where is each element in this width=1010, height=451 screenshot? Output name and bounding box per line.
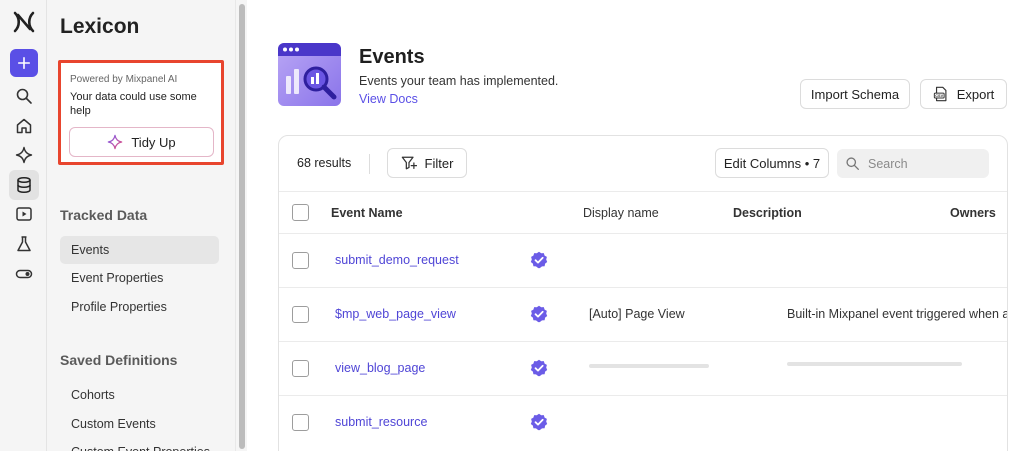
events-table-card: 68 results Filter Edit Columns • 7 Searc…: [278, 135, 1008, 451]
database-icon[interactable]: [9, 170, 39, 200]
table-row[interactable]: $mp_web_page_view [Auto] Page View Built…: [279, 288, 1008, 342]
edit-columns-button[interactable]: Edit Columns • 7: [715, 148, 829, 178]
create-new-button[interactable]: [10, 49, 38, 77]
import-schema-button[interactable]: Import Schema: [800, 79, 910, 109]
ai-suggestion-box: Powered by Mixpanel AI Your data could u…: [58, 60, 224, 165]
search-input[interactable]: Search: [837, 149, 989, 178]
sidebar-item-events[interactable]: Events: [60, 236, 219, 264]
sidebar: Lexicon Powered by Mixpanel AI Your data…: [47, 0, 235, 451]
event-name-link[interactable]: submit_demo_request: [335, 253, 459, 267]
select-all-checkbox[interactable]: [292, 204, 309, 221]
sidebar-item-profile-properties[interactable]: Profile Properties: [60, 293, 219, 321]
view-docs-link[interactable]: View Docs: [359, 92, 418, 106]
tidy-up-button[interactable]: Tidy Up: [69, 127, 214, 157]
verified-badge-icon: [530, 359, 548, 377]
row-checkbox[interactable]: [292, 306, 309, 323]
main-content: Events Events your team has implemented.…: [247, 0, 1010, 451]
table-row[interactable]: view_blog_page: [279, 342, 1007, 396]
icon-rail: [0, 0, 47, 451]
row-checkbox[interactable]: [292, 252, 309, 269]
home-icon[interactable]: [12, 114, 36, 138]
filter-label: Filter: [424, 155, 454, 171]
search-placeholder: Search: [868, 156, 908, 171]
sidebar-item-custom-events[interactable]: Custom Events: [60, 410, 219, 438]
session-replay-icon[interactable]: [12, 202, 36, 226]
toggle-icon[interactable]: [12, 262, 36, 286]
tidy-up-label: Tidy Up: [131, 134, 176, 150]
export-label: Export: [956, 86, 995, 102]
table-row[interactable]: submit_demo_request: [279, 234, 1007, 288]
event-name-link[interactable]: submit_resource: [335, 415, 427, 429]
description-cell: Built-in Mixpanel event triggered when a: [787, 307, 1008, 321]
sparkle-icon: [108, 134, 123, 150]
blurred-description: [787, 362, 962, 366]
filter-button[interactable]: Filter: [387, 148, 467, 178]
verified-badge-icon: [530, 305, 548, 323]
filter-plus-icon: [401, 156, 417, 170]
plus-icon: [17, 56, 31, 70]
edit-columns-label: Edit Columns • 7: [723, 155, 821, 171]
sidebar-item-cohorts[interactable]: Cohorts: [60, 381, 219, 409]
ai-message: Your data could use some help: [70, 91, 197, 117]
sparkle-icon[interactable]: [12, 143, 36, 167]
page-subtitle: Events your team has implemented.: [359, 74, 559, 88]
mixpanel-logo-icon[interactable]: [12, 10, 36, 34]
search-icon: [846, 157, 859, 170]
svg-text:CSV: CSV: [935, 94, 943, 98]
section-tracked-data: Tracked Data: [60, 207, 148, 223]
row-checkbox[interactable]: [292, 360, 309, 377]
events-illustration-icon: [278, 43, 341, 106]
flask-icon[interactable]: [12, 232, 36, 256]
table-header: Event Name Display name Description Owne…: [279, 191, 1007, 234]
sidebar-scrollbar[interactable]: [235, 0, 247, 451]
column-display-name[interactable]: Display name: [583, 206, 659, 220]
results-count: 68 results: [297, 156, 352, 170]
import-schema-label: Import Schema: [810, 86, 900, 102]
column-description[interactable]: Description: [733, 206, 802, 220]
column-event-name[interactable]: Event Name: [331, 206, 403, 220]
search-icon[interactable]: [12, 84, 36, 108]
event-name-link[interactable]: view_blog_page: [335, 361, 425, 375]
column-owners[interactable]: Owners: [950, 206, 996, 220]
sidebar-item-custom-event-properties[interactable]: Custom Event Properties: [60, 438, 219, 451]
divider: [369, 154, 370, 174]
section-saved-definitions: Saved Definitions: [60, 352, 178, 368]
blurred-display-name: [589, 364, 709, 368]
verified-badge-icon: [530, 413, 548, 431]
scrollbar-thumb[interactable]: [239, 4, 245, 449]
row-checkbox[interactable]: [292, 414, 309, 431]
display-name-cell: [Auto] Page View: [589, 307, 685, 321]
verified-badge-icon: [530, 251, 548, 269]
table-row[interactable]: submit_resource: [279, 396, 1007, 450]
sidebar-item-event-properties[interactable]: Event Properties: [60, 264, 219, 292]
sidebar-title: Lexicon: [60, 15, 140, 38]
export-button[interactable]: CSV Export: [920, 79, 1007, 109]
ai-powered-by-label: Powered by Mixpanel AI: [70, 74, 178, 85]
page-title: Events: [359, 46, 425, 68]
event-name-link[interactable]: $mp_web_page_view: [335, 307, 456, 321]
csv-file-icon: CSV: [933, 86, 947, 102]
